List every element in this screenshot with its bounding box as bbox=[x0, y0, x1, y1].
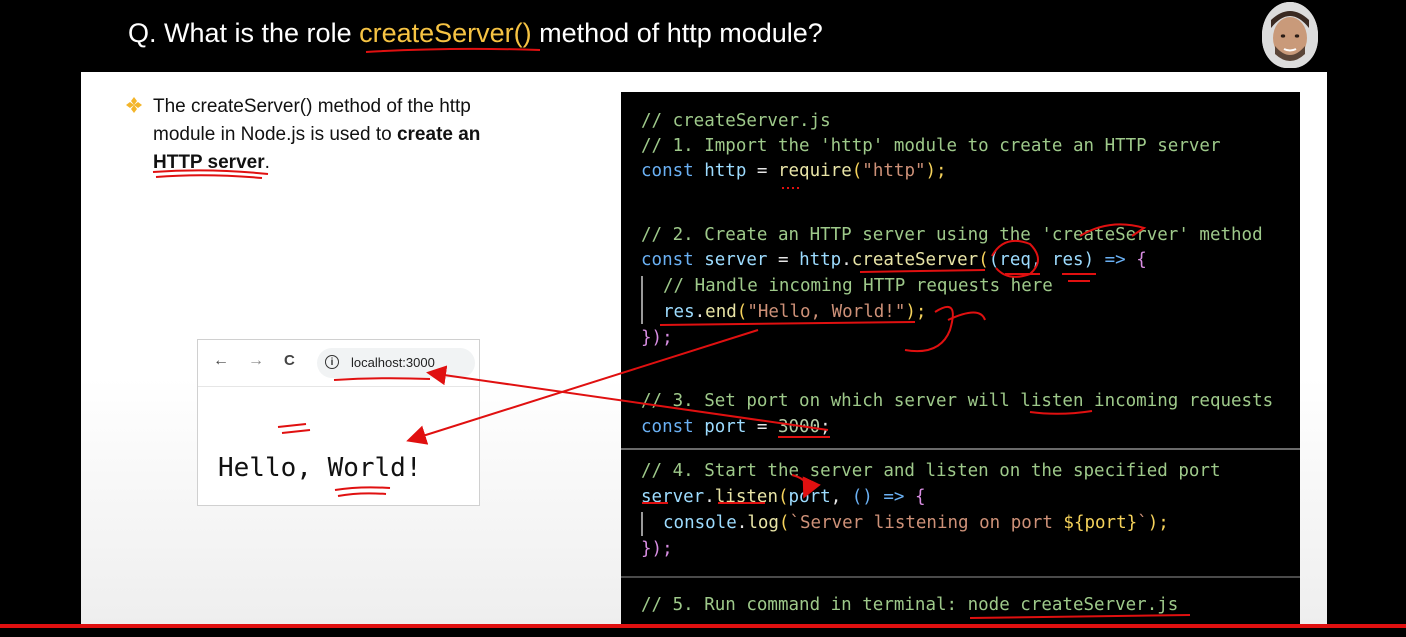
arrow: => bbox=[1094, 250, 1137, 270]
code-line-15: // 5. Run command in terminal: node crea… bbox=[641, 595, 1179, 615]
title-highlight: createServer() bbox=[359, 18, 532, 48]
string: "http" bbox=[862, 161, 926, 181]
code-line-1: // createServer.js bbox=[641, 111, 831, 131]
back-arrow-icon[interactable]: ← bbox=[213, 352, 229, 370]
code-line-7: res.end("Hello, World!"); bbox=[663, 302, 926, 322]
template-expression: ${port} bbox=[1063, 513, 1138, 533]
identifier: server bbox=[693, 250, 768, 270]
address-bar[interactable]: i localhost:3000 bbox=[317, 348, 475, 378]
code-line-12: server.listen(port, () => { bbox=[641, 487, 926, 507]
paren: ); bbox=[925, 161, 947, 181]
template-string: `Server listening on port bbox=[789, 513, 1064, 533]
brace: { bbox=[1136, 250, 1147, 270]
string: "Hello, World!" bbox=[747, 302, 906, 322]
arrow: () => bbox=[851, 487, 915, 507]
bullet-text: The createServer() method of the http mo… bbox=[153, 93, 533, 177]
paren: ( bbox=[778, 513, 790, 533]
paren: ( bbox=[777, 487, 789, 507]
keyword: const bbox=[641, 250, 694, 270]
bullet-text-end: . bbox=[264, 152, 270, 173]
function-name: end bbox=[705, 302, 737, 322]
title-prefix: Q. What is the role bbox=[128, 18, 360, 48]
function-name: require bbox=[777, 161, 852, 181]
paren: ( bbox=[978, 250, 989, 270]
number: 3000 bbox=[777, 417, 821, 437]
dot: . bbox=[736, 513, 748, 533]
semicolon: ; bbox=[820, 417, 831, 437]
argument: port bbox=[788, 487, 831, 507]
url-text: localhost:3000 bbox=[351, 355, 435, 370]
diamond-bullet-icon bbox=[126, 97, 142, 113]
operator: = bbox=[746, 161, 778, 181]
title-suffix: method of http module? bbox=[531, 18, 823, 48]
code-line-5: const server = http.createServer((req, r… bbox=[641, 250, 1147, 270]
presenter-face-icon bbox=[1262, 2, 1318, 68]
paren: ( bbox=[736, 302, 748, 322]
brace: { bbox=[914, 487, 926, 507]
reload-icon[interactable]: C bbox=[284, 352, 295, 369]
dot: . bbox=[694, 302, 706, 322]
code-block: // createServer.js // 1. Import the 'htt… bbox=[621, 92, 1300, 632]
section-divider bbox=[621, 448, 1300, 450]
code-line-14: }); bbox=[641, 539, 673, 559]
code-line-2: // 1. Import the 'http' module to create… bbox=[641, 136, 1221, 156]
function-name: listen bbox=[714, 487, 778, 507]
code-line-6: // Handle incoming HTTP requests here bbox=[663, 276, 1053, 296]
identifier: res bbox=[663, 302, 695, 322]
section-divider bbox=[621, 576, 1300, 578]
code-line-9: // 3. Set port on which server will list… bbox=[641, 391, 1274, 411]
title-bar: Q. What is the role createServer() metho… bbox=[0, 0, 1406, 72]
dot: . bbox=[704, 487, 715, 507]
operator: = bbox=[767, 250, 800, 270]
page-output: Hello, World! bbox=[218, 453, 422, 483]
params: (req, res) bbox=[988, 250, 1095, 270]
template-string-end: ` bbox=[1137, 513, 1148, 533]
browser-window: ← → C i localhost:3000 Hello, World! bbox=[197, 339, 480, 506]
slide-title: Q. What is the role createServer() metho… bbox=[128, 18, 823, 49]
paren: ); bbox=[1147, 513, 1169, 533]
operator: = bbox=[746, 417, 778, 437]
forward-arrow-icon[interactable]: → bbox=[248, 352, 264, 370]
info-icon[interactable]: i bbox=[325, 355, 339, 369]
code-line-10: const port = 3000; bbox=[641, 417, 831, 437]
paren: ( bbox=[851, 161, 863, 181]
presenter-avatar bbox=[1262, 2, 1318, 68]
identifier: http bbox=[693, 161, 747, 181]
indent-guide bbox=[641, 276, 643, 324]
code-line-8: }); bbox=[641, 328, 673, 348]
paren: ); bbox=[905, 302, 927, 322]
identifier: http bbox=[799, 250, 842, 270]
keyword: const bbox=[641, 417, 694, 437]
dot: . bbox=[841, 250, 852, 270]
code-line-13: console.log(`Server listening on port ${… bbox=[663, 513, 1169, 533]
identifier: console bbox=[663, 513, 737, 533]
progress-bar bbox=[0, 624, 1406, 628]
keyword: const bbox=[641, 161, 694, 181]
code-line-3: const http = require("http"); bbox=[641, 161, 947, 181]
identifier: port bbox=[693, 417, 747, 437]
identifier: server bbox=[641, 487, 705, 507]
comma: , bbox=[830, 487, 852, 507]
browser-toolbar: ← → C i localhost:3000 bbox=[198, 340, 479, 387]
code-line-11: // 4. Start the server and listen on the… bbox=[641, 461, 1221, 481]
indent-guide bbox=[641, 512, 643, 536]
function-name: createServer bbox=[851, 250, 979, 270]
code-line-4: // 2. Create an HTTP server using the 'c… bbox=[641, 225, 1263, 245]
function-name: log bbox=[747, 513, 779, 533]
